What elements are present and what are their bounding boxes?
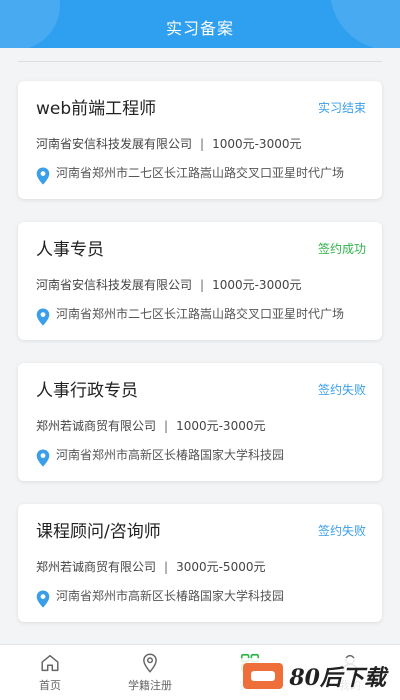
- company-salary-line: 河南省安信科技发展有限公司 | 1000元-3000元: [36, 135, 366, 153]
- record-card[interactable]: 课程顾问/咨询师 签约失败 郑州若诚商贸有限公司 | 3000元-5000元 河南省…: [18, 504, 382, 622]
- status-badge: 签约成功: [317, 242, 366, 256]
- tab-label: 首页: [39, 679, 61, 692]
- salary-range: 3000元-5000元: [176, 560, 266, 574]
- record-list: web前端工程师 实习结束 河南省安信科技发展有限公司 | 1000元-3000元 …: [18, 81, 382, 645]
- address-line: 河南省郑州市高新区长椿路国家大学科技园: [36, 588, 366, 608]
- address-text: 河南省郑州市高新区长椿路国家大学科技园: [56, 448, 285, 462]
- company-name: 河南省安信科技发展有限公司: [36, 137, 193, 151]
- watermark-text: 80后下载: [289, 665, 386, 691]
- location-pin-icon: [36, 167, 50, 185]
- location-pin-icon: [36, 590, 50, 608]
- watermark-logo: 80后下载: [239, 658, 390, 694]
- location-pin-icon: [36, 308, 50, 326]
- company-salary-line: 郑州若诚商贸有限公司 | 1000元-3000元: [36, 417, 366, 435]
- separator: |: [164, 560, 169, 574]
- address-line: 河南省郑州市二七区长江路嵩山路交叉口亚星时代广场: [36, 165, 366, 185]
- job-title: web前端工程师: [36, 99, 157, 119]
- salary-range: 1000元-3000元: [176, 419, 266, 433]
- company-salary-line: 郑州若诚商贸有限公司 | 3000元-5000元: [36, 558, 366, 576]
- separator: |: [200, 137, 205, 151]
- address-line: 河南省郑州市二七区长江路嵩山路交叉口亚星时代广场: [36, 306, 366, 326]
- status-badge: 签约失败: [317, 383, 366, 397]
- job-title: 人事专员: [36, 240, 104, 260]
- location-pin-icon: [36, 449, 50, 467]
- watermark-icon: [243, 663, 284, 689]
- address-text: 河南省郑州市二七区长江路嵩山路交叉口亚星时代广场: [56, 166, 345, 180]
- home-icon: [41, 654, 59, 672]
- company-name: 河南省安信科技发展有限公司: [36, 278, 193, 292]
- record-card[interactable]: 人事行政专员 签约失败 郑州若诚商贸有限公司 | 1000元-3000元 河南省郑州…: [18, 363, 382, 481]
- company-salary-line: 河南省安信科技发展有限公司 | 1000元-3000元: [36, 276, 366, 294]
- app-header: 实习备案: [0, 0, 400, 48]
- company-name: 郑州若诚商贸有限公司: [36, 560, 157, 574]
- divider: [18, 61, 382, 62]
- record-card[interactable]: 人事专员 签约成功 河南省安信科技发展有限公司 | 1000元-3000元 河南省郑…: [18, 222, 382, 340]
- separator: |: [164, 419, 169, 433]
- salary-range: 1000元-3000元: [212, 137, 302, 151]
- page-title: 实习备案: [165, 19, 234, 38]
- tab-label: 学籍注册: [128, 679, 172, 692]
- location-pin-icon: [143, 653, 157, 673]
- job-title: 课程顾问/咨询师: [36, 522, 161, 542]
- status-badge: 签约失败: [317, 524, 366, 538]
- salary-range: 1000元-3000元: [212, 278, 302, 292]
- separator: |: [200, 278, 205, 292]
- address-line: 河南省郑州市高新区长椿路国家大学科技园: [36, 447, 366, 467]
- job-title: 人事行政专员: [36, 381, 138, 401]
- status-badge: 实习结束: [317, 101, 366, 115]
- record-card[interactable]: web前端工程师 实习结束 河南省安信科技发展有限公司 | 1000元-3000元 …: [18, 81, 382, 199]
- address-text: 河南省郑州市二七区长江路嵩山路交叉口亚星时代广场: [56, 307, 345, 321]
- tab-registration[interactable]: 学籍注册: [100, 645, 200, 700]
- company-name: 郑州若诚商贸有限公司: [36, 419, 157, 433]
- address-text: 河南省郑州市高新区长椿路国家大学科技园: [56, 589, 285, 603]
- tab-home[interactable]: 首页: [0, 645, 100, 700]
